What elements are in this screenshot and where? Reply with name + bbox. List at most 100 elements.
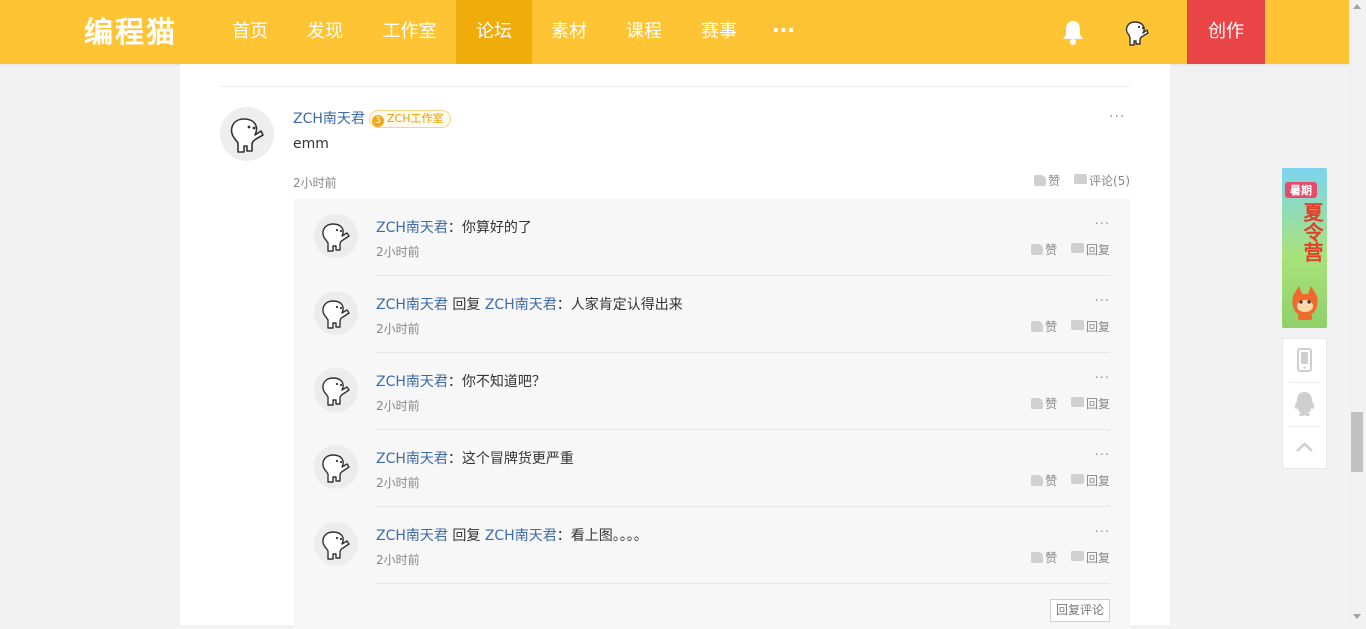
thumb-up-icon [1034,175,1047,186]
nav-item-material[interactable]: 素材 [550,0,588,64]
thumb-up-icon [1031,244,1044,255]
promo-small-text: 暑期 [1285,182,1317,198]
nav-item-course[interactable]: 课程 [625,0,663,64]
thumb-up-icon [1031,475,1044,486]
reply-avatar[interactable] [314,522,358,566]
reply-avatar[interactable] [314,291,358,335]
reply-like-button[interactable]: 赞 [1031,241,1057,258]
logo[interactable]: 编程猫 [84,14,177,50]
post-actions: 赞 评论(5) [1024,172,1130,189]
reply-separator: ： [447,451,462,467]
thumb-up-icon [1031,321,1044,332]
reply-reply-button[interactable]: 回复 [1070,472,1110,489]
reply-item: ZCH南天君 回复 ZCH南天君：人家肯定认得出来 2小时前 ··· 赞 回复 [294,276,1130,353]
reply-reply-button[interactable]: 回复 [1070,549,1110,566]
top-nav: 编程猫 首页 发现 工作室 论坛 素材 课程 赛事 ··· 创作 [0,0,1366,64]
comment-icon [1070,243,1084,253]
user-avatar[interactable] [1118,14,1154,50]
page-scrollbar[interactable] [1349,0,1366,625]
reply-separator: ： [556,297,571,313]
reply-author[interactable]: ZCH南天君 [376,297,448,313]
post-author-name[interactable]: ZCH南天君 [293,108,365,128]
reply-target[interactable]: ZCH南天君 [485,297,557,313]
create-button[interactable]: 创作 [1187,0,1265,64]
thumb-up-icon [1031,398,1044,409]
reply-more-button[interactable]: ··· [1095,525,1110,540]
post-like-button[interactable]: 赞 [1034,172,1060,189]
post-content: emm [293,136,329,152]
scroll-up-arrow-icon[interactable] [1353,4,1361,9]
nav-item-studio[interactable]: 工作室 [381,0,438,64]
reply-line: ZCH南天君 回复 ZCH南天君：人家肯定认得出来 [376,294,683,314]
nav-more-button[interactable]: ··· [772,0,795,64]
divider [220,86,1130,87]
reply-like-button[interactable]: 赞 [1031,318,1057,335]
reply-more-button[interactable]: ··· [1095,294,1110,309]
reply-line: ZCH南天君：你算好的了 [376,217,532,237]
comment-icon [1070,474,1084,484]
comment-icon [1070,320,1084,330]
divider [376,583,1110,584]
post-author-avatar[interactable] [220,107,274,161]
bell-icon[interactable] [1060,18,1086,46]
reply-time: 2小时前 [376,476,420,490]
nav-item-forum[interactable]: 论坛 [456,0,532,64]
reply-item: ZCH南天君：这个冒牌货更严重 2小时前 ··· 赞 回复 [294,430,1130,507]
reply-text: 看上图。。。。 [570,528,648,544]
nav-item-home[interactable]: 首页 [231,0,269,64]
nav-item-contest[interactable]: 赛事 [700,0,738,64]
studio-name: ZCH工作室 [387,112,444,125]
reply-time: 2小时前 [376,322,420,336]
reply-actions: 赞 回复 [1021,549,1110,566]
mobile-icon[interactable] [1283,339,1326,382]
reply-item: ZCH南天君 回复 ZCH南天君：看上图。。。。 2小时前 ··· 赞 回复 [294,507,1130,584]
studio-level: 3 [372,115,384,127]
reply-like-button[interactable]: 赞 [1031,472,1057,489]
reply-reply-button[interactable]: 回复 [1070,241,1110,258]
reply-separator: ： [556,528,571,544]
nav-item-discover[interactable]: 发现 [306,0,344,64]
reply-avatar[interactable] [314,445,358,489]
reply-like-button[interactable]: 赞 [1031,395,1057,412]
reply-author[interactable]: ZCH南天君 [376,528,448,544]
summer-camp-banner[interactable]: 暑期 夏令营 [1282,168,1327,328]
reply-text: 你算好的了 [461,220,532,236]
comment-icon [1070,397,1084,407]
reply-reply-button[interactable]: 回复 [1070,395,1110,412]
reply-comment-button[interactable]: 回复评论 [1050,599,1110,622]
reply-actions: 赞 回复 [1021,472,1110,489]
reply-item: ZCH南天君：你不知道吧？ 2小时前 ··· 赞 回复 [294,353,1130,430]
reply-time: 2小时前 [376,553,420,567]
back-to-top-icon[interactable] [1283,427,1326,470]
reply-author[interactable]: ZCH南天君 [376,374,448,390]
scroll-down-arrow-icon[interactable] [1353,614,1361,619]
reply-more-button[interactable]: ··· [1095,371,1110,386]
comment-icon [1070,551,1084,561]
reply-reply-button[interactable]: 回复 [1070,318,1110,335]
thumb-up-icon [1031,552,1044,563]
post-comment-button[interactable]: 评论(5) [1074,172,1130,189]
scrollbar-thumb[interactable] [1351,412,1363,472]
reply-avatar[interactable] [314,368,358,412]
reply-separator: ： [447,220,462,236]
mascot-icon [1290,284,1320,322]
reply-text: 你不知道吧？ [461,374,546,390]
reply-more-button[interactable]: ··· [1095,217,1110,232]
post-time: 2小时前 [293,176,337,190]
reply-author[interactable]: ZCH南天君 [376,220,448,236]
reply-more-button[interactable]: ··· [1095,448,1110,463]
post-more-button[interactable]: ··· [1109,109,1125,125]
reply-like-button[interactable]: 赞 [1031,549,1057,566]
reply-target[interactable]: ZCH南天君 [485,528,557,544]
reply-actions: 赞 回复 [1021,395,1110,412]
reply-line: ZCH南天君 回复 ZCH南天君：看上图。。。。 [376,525,648,545]
reply-item: ZCH南天君：你算好的了 2小时前 ··· 赞 回复 [294,199,1130,276]
reply-author[interactable]: ZCH南天君 [376,451,448,467]
reply-word: 回复 [452,528,481,544]
reply-text: 这个冒牌货更严重 [461,451,574,467]
qq-icon[interactable] [1283,383,1326,426]
comment-icon [1074,174,1087,184]
promo-big-text: 夏令营 [1300,202,1324,262]
studio-badge[interactable]: 3 ZCH工作室 [369,110,451,128]
reply-avatar[interactable] [314,214,358,258]
